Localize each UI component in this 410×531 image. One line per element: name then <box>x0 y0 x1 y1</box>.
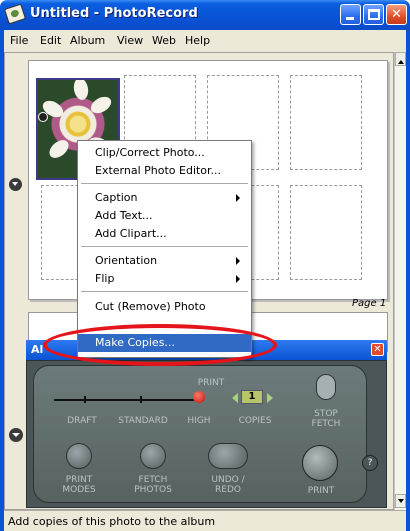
maximize-icon <box>368 9 380 20</box>
undo-redo-button[interactable] <box>208 443 248 469</box>
photo-slot[interactable] <box>290 185 362 280</box>
menu-separator <box>81 183 248 184</box>
menu-separator <box>81 246 248 247</box>
photorecord-app-icon[interactable] <box>3 3 27 25</box>
copies-decrease-icon[interactable] <box>232 393 238 403</box>
menu-view[interactable]: View <box>117 34 143 47</box>
ctx-external-photo-editor[interactable]: External Photo Editor... <box>78 162 251 180</box>
panel-collapse-arrow-icon[interactable] <box>9 428 23 442</box>
menu-web[interactable]: Web <box>152 34 176 47</box>
print-quality-caption: PRINT <box>197 378 225 388</box>
print-modes-button[interactable] <box>66 443 92 469</box>
menu-album[interactable]: Album <box>70 34 105 47</box>
petal <box>72 80 90 102</box>
window-frame-right <box>406 52 410 531</box>
petal <box>87 93 115 117</box>
page-number-label: Page 1 <box>352 298 387 309</box>
submenu-arrow-icon <box>236 257 240 265</box>
menu-bar: File Edit Album View Web Help <box>0 30 410 52</box>
vertical-scrollbar[interactable] <box>394 52 406 510</box>
ctx-add-clipart[interactable]: Add Clipart... <box>78 225 251 243</box>
copies-value[interactable]: 1 <box>241 390 263 404</box>
print-button-label: PRINT <box>307 486 335 496</box>
quality-draft-label[interactable]: DRAFT <box>62 416 102 426</box>
quality-high-label[interactable]: HIGH <box>184 416 214 426</box>
print-button[interactable] <box>302 445 338 481</box>
menu-edit[interactable]: Edit <box>40 34 61 47</box>
ctx-orientation[interactable]: Orientation <box>78 252 251 270</box>
fetch-photos-label: FETCH PHOTOS <box>134 475 172 495</box>
copies-increase-icon[interactable] <box>267 393 273 403</box>
quality-slider-knob[interactable] <box>193 391 205 403</box>
petal <box>46 136 72 162</box>
undo-redo-label: UNDO / REDO <box>211 475 245 495</box>
print-modes-label: PRINT MODES <box>62 475 96 495</box>
menu-separator <box>81 291 248 292</box>
minimize-button[interactable] <box>340 4 361 25</box>
scroll-down-arrow-icon[interactable] <box>395 494 406 508</box>
close-icon: ✕ <box>391 7 402 22</box>
scroll-up-arrow-icon[interactable] <box>395 52 406 66</box>
photo-slot[interactable] <box>290 75 362 170</box>
copies-label: COPIES <box>238 416 272 426</box>
ctx-obscured-item[interactable] <box>78 316 251 324</box>
highlight-ring <box>43 324 277 366</box>
quality-slider-track[interactable] <box>54 399 204 401</box>
slider-tick <box>140 396 142 403</box>
ctx-clip-correct-photo[interactable]: Clip/Correct Photo... <box>78 144 251 162</box>
submenu-arrow-icon <box>236 194 240 202</box>
window-title: Untitled - PhotoRecord <box>30 6 198 21</box>
minimize-icon <box>346 17 354 20</box>
stop-fetch-label: STOP FETCH <box>311 409 341 429</box>
maximize-button[interactable] <box>363 4 384 25</box>
title-bar: Untitled - PhotoRecord ✕ <box>0 0 410 30</box>
submenu-arrow-icon <box>236 275 240 283</box>
fetch-photos-button[interactable] <box>140 443 166 469</box>
ctx-cut-remove-photo[interactable]: Cut (Remove) Photo <box>78 298 251 316</box>
close-button[interactable]: ✕ <box>386 4 407 25</box>
menu-file[interactable]: File <box>10 34 28 47</box>
ctx-add-text[interactable]: Add Text... <box>78 207 251 225</box>
page-expand-arrow-icon[interactable] <box>9 178 22 191</box>
photo-menu-arrow-icon[interactable] <box>38 112 48 122</box>
help-icon[interactable]: ? <box>362 455 378 471</box>
slider-tick <box>84 396 86 403</box>
panel-close-icon[interactable]: ✕ <box>371 343 384 356</box>
quality-standard-label[interactable]: STANDARD <box>110 416 176 426</box>
ctx-caption[interactable]: Caption <box>78 189 251 207</box>
ctx-flip[interactable]: Flip <box>78 270 251 288</box>
status-bar: Add copies of this photo to the album <box>4 510 406 531</box>
menu-help[interactable]: Help <box>185 34 210 47</box>
stop-fetch-button[interactable] <box>316 374 336 400</box>
